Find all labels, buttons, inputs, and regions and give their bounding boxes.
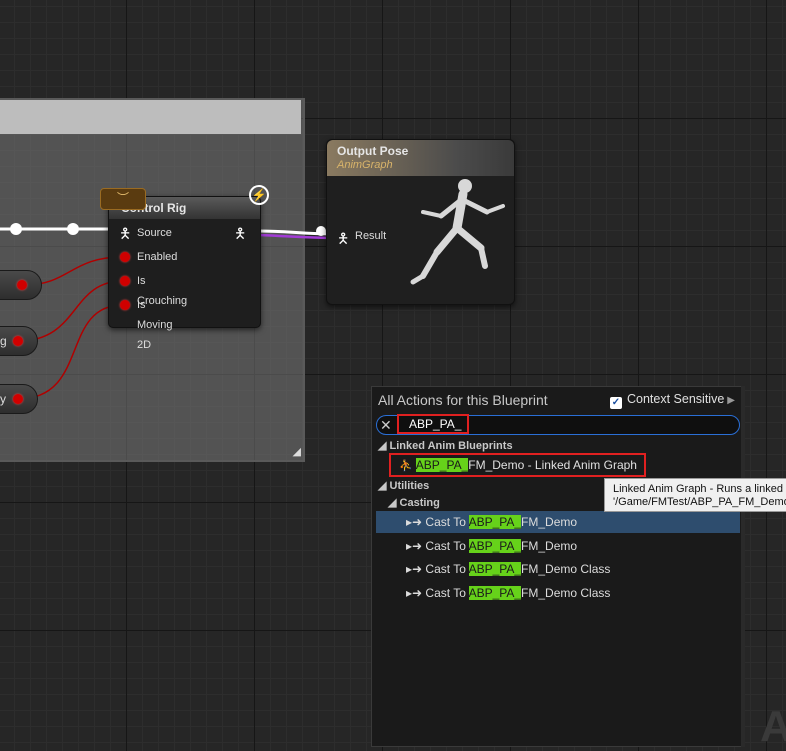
search-value[interactable]: ABP_PA_: [397, 414, 469, 434]
bool-output-pin[interactable]: [17, 280, 27, 290]
result-pin-label: Result: [355, 230, 387, 242]
context-sensitive-label: Context Sensitive: [627, 392, 725, 406]
resize-grip-icon[interactable]: ◢: [289, 446, 301, 458]
item-prefix: Cast To: [425, 515, 469, 529]
bool-variable-node-3[interactable]: y: [0, 384, 38, 414]
match-highlight: ABP_PA_: [415, 458, 469, 472]
output-pose-subtitle: AnimGraph: [337, 159, 393, 171]
bool-output-pin[interactable]: [13, 394, 23, 404]
expand-arrow-icon: ◢: [388, 497, 400, 509]
output-pose-title: Output Pose: [337, 144, 409, 158]
result-pin-icon[interactable]: 🯅: [337, 228, 349, 252]
cast-node-icon: ▸➜: [406, 586, 426, 600]
cast-item-3[interactable]: ▸➜ Cast To ABP_PA_FM_Demo Class: [376, 558, 740, 580]
bool-output-pin[interactable]: [13, 336, 23, 346]
actions-menu[interactable]: All Actions for this Blueprint ✓ Context …: [371, 386, 744, 747]
cast-item-4[interactable]: ▸➜ Cast To ABP_PA_FM_Demo Class: [376, 582, 740, 604]
bool-variable-node-2[interactable]: g: [0, 326, 38, 356]
bool-input-pin[interactable]: [120, 252, 130, 262]
match-highlight: ABP_PA_: [468, 539, 522, 553]
item-label: FM_Demo: [521, 539, 578, 553]
bool-variable-node-1[interactable]: [0, 270, 42, 300]
item-label: FM_Demo - Linked Anim Graph: [468, 458, 637, 472]
item-prefix: Cast To: [425, 586, 469, 600]
item-prefix: Cast To: [425, 562, 469, 576]
lightning-bolt-icon: ⚡: [249, 185, 269, 205]
cast-item-2[interactable]: ▸➜ Cast To ABP_PA_FM_Demo: [376, 535, 740, 557]
cast-node-icon: ▸➜: [406, 562, 426, 576]
tooltip: Linked Anim Graph - Runs a linked '/Game…: [604, 478, 786, 512]
output-pose-node[interactable]: Output Pose AnimGraph 🯅 Result: [326, 139, 515, 305]
expand-arrow-icon: ◢: [378, 440, 390, 452]
cast-node-icon: ▸➜: [406, 515, 426, 529]
pill-label: g: [0, 334, 7, 348]
category-label: Utilities: [389, 480, 430, 492]
linked-anim-icon: ⛹: [399, 460, 416, 472]
pill-label: y: [0, 392, 6, 406]
tooltip-line-1: Linked Anim Graph - Runs a linked: [613, 483, 783, 495]
category-utilities[interactable]: ◢ Utilities: [378, 479, 429, 492]
linked-anim-graph-item[interactable]: ⛹ ABP_PA_FM_Demo - Linked Anim Graph: [389, 453, 646, 477]
output-pose-header: Output Pose AnimGraph: [327, 140, 514, 176]
category-linked-anim-blueprints[interactable]: ◢ Linked Anim Blueprints: [378, 439, 513, 452]
item-prefix: Cast To: [425, 539, 469, 553]
collapse-tab-icon[interactable]: ︶: [100, 188, 146, 210]
menu-title: All Actions for this Blueprint: [378, 392, 548, 408]
item-label: FM_Demo Class: [521, 562, 611, 576]
pin-label: Source: [137, 227, 172, 239]
pin-label: Is Moving 2D: [137, 299, 173, 351]
bool-input-pin[interactable]: [120, 276, 130, 286]
match-highlight: ABP_PA_: [468, 586, 522, 600]
cast-node-icon: ▸➜: [406, 539, 426, 553]
clear-search-icon[interactable]: ✕: [380, 417, 392, 433]
bool-input-pin[interactable]: [120, 300, 130, 310]
control-rig-node[interactable]: Control Rig 🯅 Source 🯅 Enabled Is Crouch…: [108, 196, 261, 351]
category-casting[interactable]: ◢ Casting: [388, 496, 440, 509]
item-label: FM_Demo Class: [521, 586, 611, 600]
match-highlight: ABP_PA_: [468, 515, 522, 529]
running-mannequin-icon: [410, 179, 505, 285]
match-highlight: ABP_PA_: [468, 562, 522, 576]
pose-output-pin-icon[interactable]: 🯅: [234, 223, 246, 247]
search-input[interactable]: ✕ ABP_PA_: [376, 414, 740, 435]
watermark-letter: A: [760, 702, 786, 751]
cast-item-1[interactable]: ▸➜ Cast To ABP_PA_FM_Demo: [376, 511, 740, 533]
tooltip-line-2: '/Game/FMTest/ABP_PA_FM_Demo: [613, 496, 786, 508]
comment-title-bar[interactable]: [0, 100, 301, 134]
pose-pin-icon[interactable]: 🯅: [119, 223, 131, 243]
category-label: Casting: [399, 497, 440, 509]
checkbox-icon[interactable]: ✓: [610, 397, 622, 409]
chevron-right-icon: ▶: [727, 395, 735, 406]
category-label: Linked Anim Blueprints: [389, 440, 513, 452]
menu-scrollbar[interactable]: [741, 386, 745, 747]
pin-label: Enabled: [137, 251, 178, 263]
item-label: FM_Demo: [521, 515, 578, 529]
expand-arrow-icon: ◢: [378, 480, 390, 492]
context-sensitive-toggle[interactable]: ✓ Context Sensitive ▶: [610, 392, 735, 409]
